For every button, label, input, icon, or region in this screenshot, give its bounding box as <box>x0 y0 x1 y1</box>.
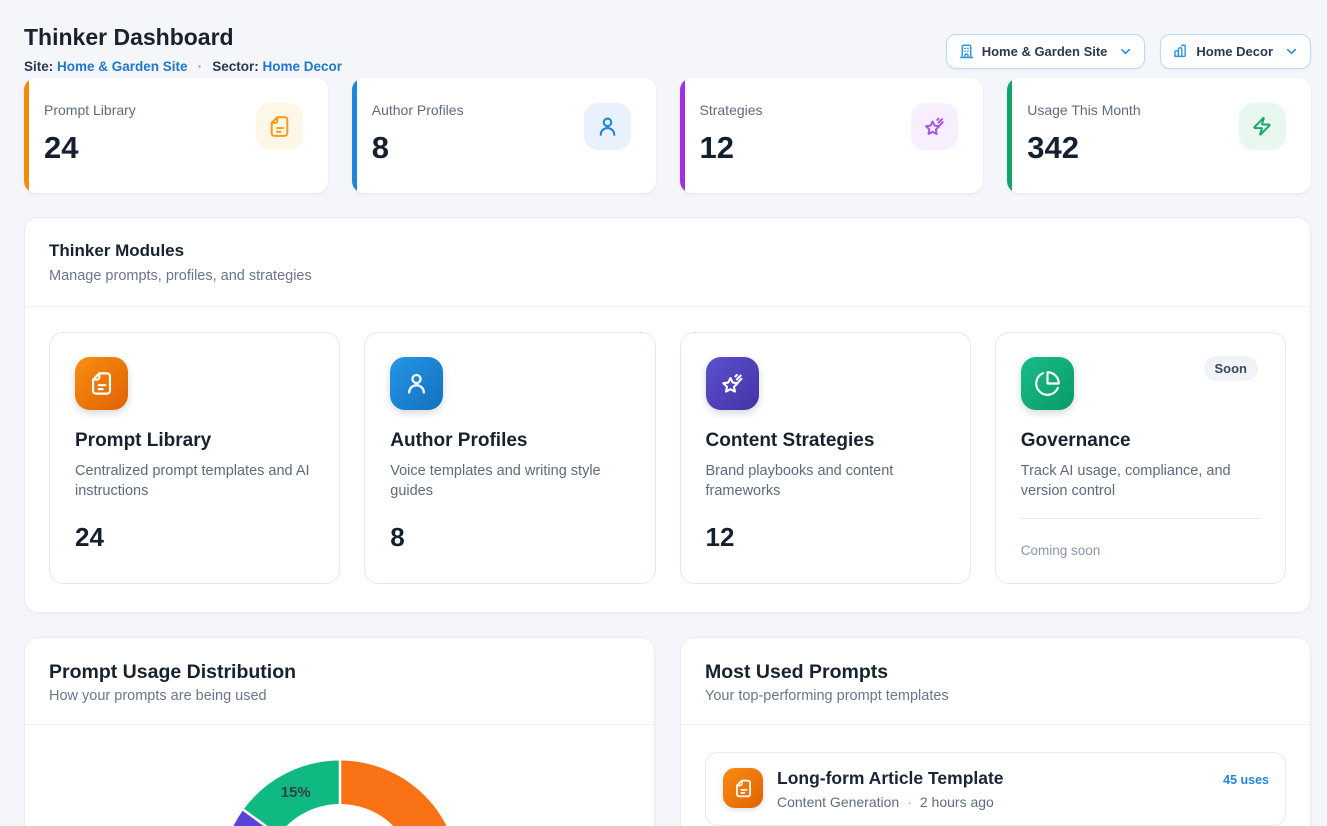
svg-text:15%: 15% <box>280 784 310 801</box>
